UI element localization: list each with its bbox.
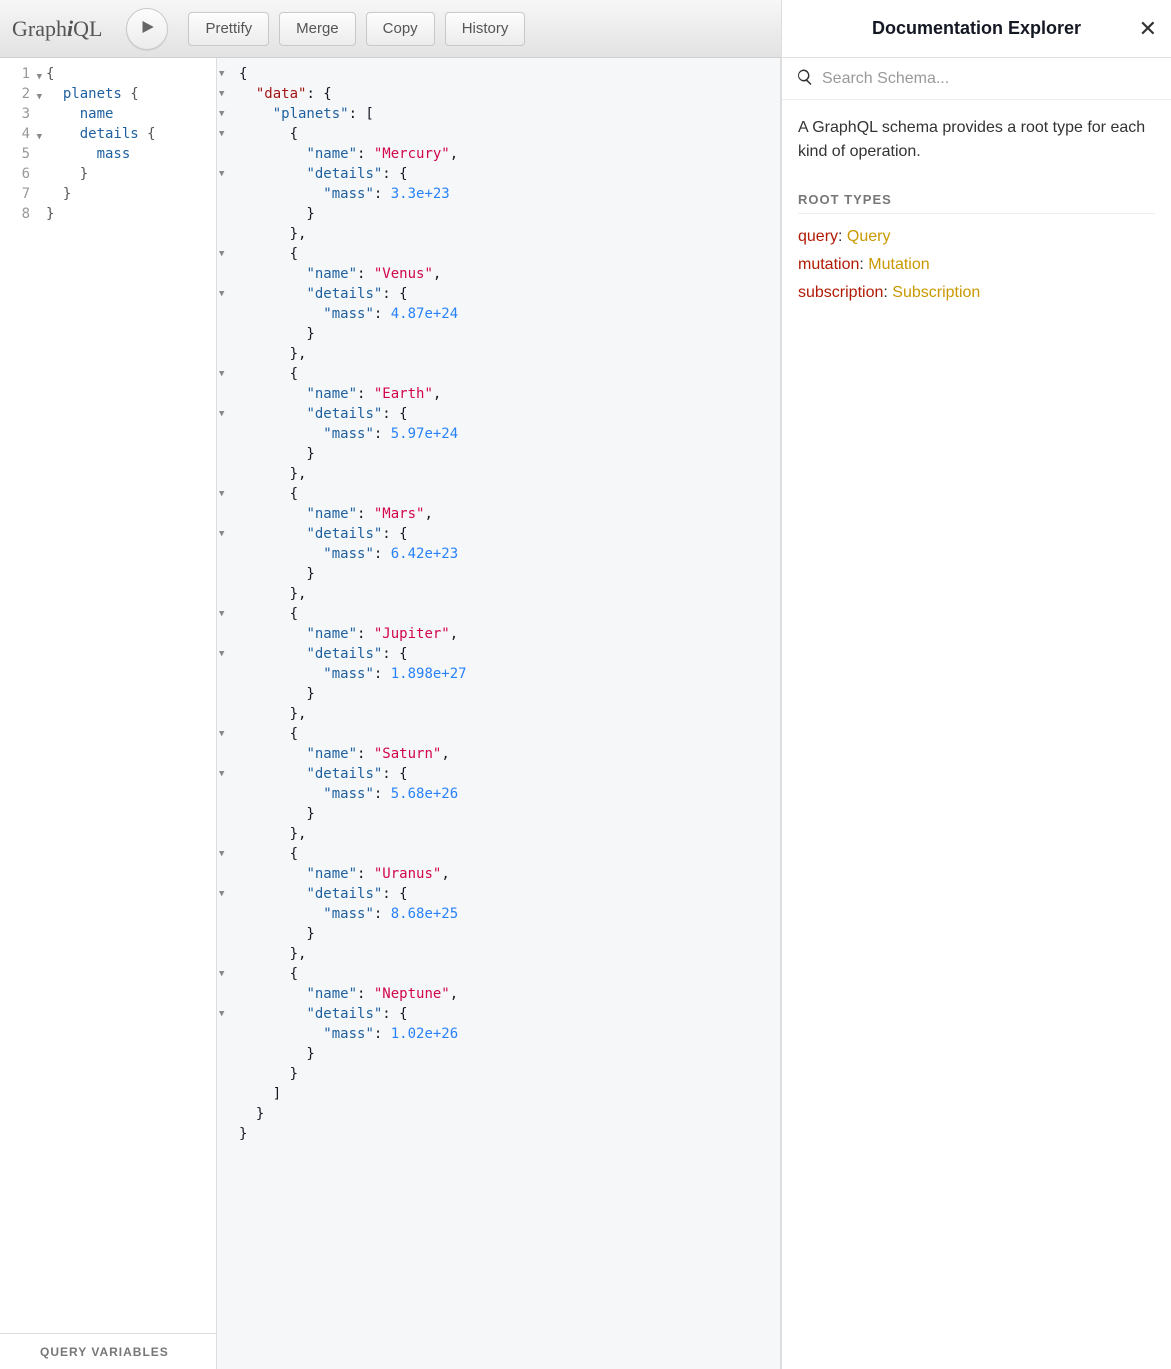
root-type-link[interactable]: Subscription bbox=[892, 284, 980, 301]
root-type-key: query bbox=[798, 228, 838, 245]
copy-button[interactable]: Copy bbox=[366, 12, 435, 46]
close-icon: ✕ bbox=[1139, 16, 1157, 41]
root-types-heading: ROOT TYPES bbox=[798, 192, 1155, 214]
result-fold-gutter: ▼▼▼▼▼▼▼▼▼▼▼▼▼▼▼▼▼▼▼ bbox=[217, 58, 235, 1369]
root-type-link[interactable]: Query bbox=[847, 228, 891, 245]
result-pane: ▼▼▼▼▼▼▼▼▼▼▼▼▼▼▼▼▼▼▼ { "data": { "planets… bbox=[217, 58, 781, 1369]
doc-title: Documentation Explorer bbox=[872, 18, 1081, 39]
execute-button[interactable] bbox=[126, 8, 168, 50]
prettify-button[interactable]: Prettify bbox=[188, 12, 269, 46]
root-type-subscription: subscription: Subscription bbox=[798, 284, 1155, 302]
history-button[interactable]: History bbox=[445, 12, 526, 46]
query-variables-bar[interactable]: QUERY VARIABLES bbox=[0, 1333, 216, 1369]
main-area: 1▼2▼34▼5678 { planets { name details { m… bbox=[0, 58, 781, 1369]
result-json[interactable]: { "data": { "planets": [ { "name": "Merc… bbox=[235, 58, 780, 1369]
doc-header: Documentation Explorer ✕ bbox=[782, 0, 1171, 58]
root-type-key: mutation bbox=[798, 256, 859, 273]
search-icon bbox=[796, 68, 814, 89]
documentation-explorer: Documentation Explorer ✕ A GraphQL schem… bbox=[781, 0, 1171, 1369]
merge-button[interactable]: Merge bbox=[279, 12, 356, 46]
schema-search-input[interactable] bbox=[822, 70, 1157, 88]
doc-description: A GraphQL schema provides a root type fo… bbox=[798, 116, 1155, 164]
root-types-list: query: Query mutation: Mutation subscripti… bbox=[798, 228, 1155, 302]
query-editor[interactable]: 1▼2▼34▼5678 { planets { name details { m… bbox=[0, 58, 216, 1333]
query-code[interactable]: { planets { name details { mass } }} bbox=[44, 58, 216, 1333]
app-logo: GraphiQL bbox=[12, 16, 116, 42]
play-icon bbox=[138, 18, 156, 39]
doc-search-row bbox=[782, 58, 1171, 100]
toolbar: GraphiQL Prettify Merge Copy History bbox=[0, 0, 781, 58]
root-type-mutation: mutation: Mutation bbox=[798, 256, 1155, 274]
root-type-query: query: Query bbox=[798, 228, 1155, 246]
doc-body: A GraphQL schema provides a root type fo… bbox=[782, 100, 1171, 328]
root-type-key: subscription bbox=[798, 284, 883, 301]
root-type-link[interactable]: Mutation bbox=[868, 256, 929, 273]
query-editor-pane: 1▼2▼34▼5678 { planets { name details { m… bbox=[0, 58, 217, 1369]
line-gutter: 1▼2▼34▼5678 bbox=[0, 58, 44, 1333]
close-button[interactable]: ✕ bbox=[1139, 18, 1157, 40]
